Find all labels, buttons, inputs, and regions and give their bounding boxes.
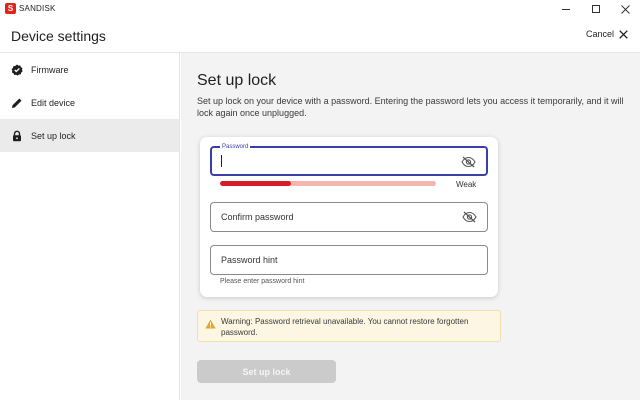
page-header: Device settings Cancel [0,18,640,53]
password-field[interactable]: Password [210,143,488,176]
sidebar-item-label: Edit device [31,97,76,108]
page-title: Device settings [11,28,106,44]
eye-off-icon[interactable] [461,156,476,168]
close-icon [620,4,630,14]
eye-off-icon[interactable] [462,211,477,223]
text-caret [221,155,222,167]
warning-banner: Warning: Password retrieval unavailable.… [197,310,501,342]
confirm-password-field[interactable]: Confirm password [210,202,488,232]
lock-icon [11,130,23,142]
cancel-label: Cancel [586,29,615,39]
app-window: S SANDISK Device settings Cancel Firmwar… [0,0,640,400]
sandisk-logo-icon: S [5,3,16,14]
warning-icon [205,319,216,329]
section-title: Set up lock [197,72,277,89]
sidebar: Firmware Edit device Set up lock [0,53,180,400]
confirm-password-placeholder: Confirm password [221,212,294,222]
sidebar-item-firmware[interactable]: Firmware [0,53,179,86]
password-strength-fill [220,181,292,186]
set-up-lock-button[interactable]: Set up lock [197,360,336,383]
maximize-icon [592,5,600,13]
minimize-icon [562,8,570,10]
password-strength-bar [220,181,436,186]
warning-text: Warning: Password retrieval unavailable.… [221,317,469,337]
section-description: Set up lock on your device with a passwo… [197,96,624,118]
password-strength-label: Weak [456,180,477,189]
app-name: SANDISK [19,4,56,13]
password-hint-field[interactable]: Password hint [210,245,488,275]
password-form-card: Password Weak Confirm password Password … [200,137,498,297]
maximize-button[interactable] [581,0,611,18]
password-hint-helper-text: Please enter password hint [220,278,305,285]
sidebar-item-edit-device[interactable]: Edit device [0,86,179,119]
main-content: Set up lock Set up lock on your device w… [181,53,640,400]
cancel-button[interactable]: Cancel [586,29,628,39]
check-badge-icon [11,64,23,76]
minimize-button[interactable] [551,0,581,18]
password-label: Password [220,143,251,151]
title-bar: S SANDISK [0,0,640,18]
pencil-icon [11,97,23,109]
password-hint-placeholder: Password hint [221,255,278,265]
sidebar-item-label: Set up lock [31,130,76,141]
sidebar-item-label: Firmware [31,64,69,75]
sidebar-item-set-up-lock[interactable]: Set up lock [0,119,179,152]
window-close-button[interactable] [610,0,640,18]
close-icon [619,29,628,39]
